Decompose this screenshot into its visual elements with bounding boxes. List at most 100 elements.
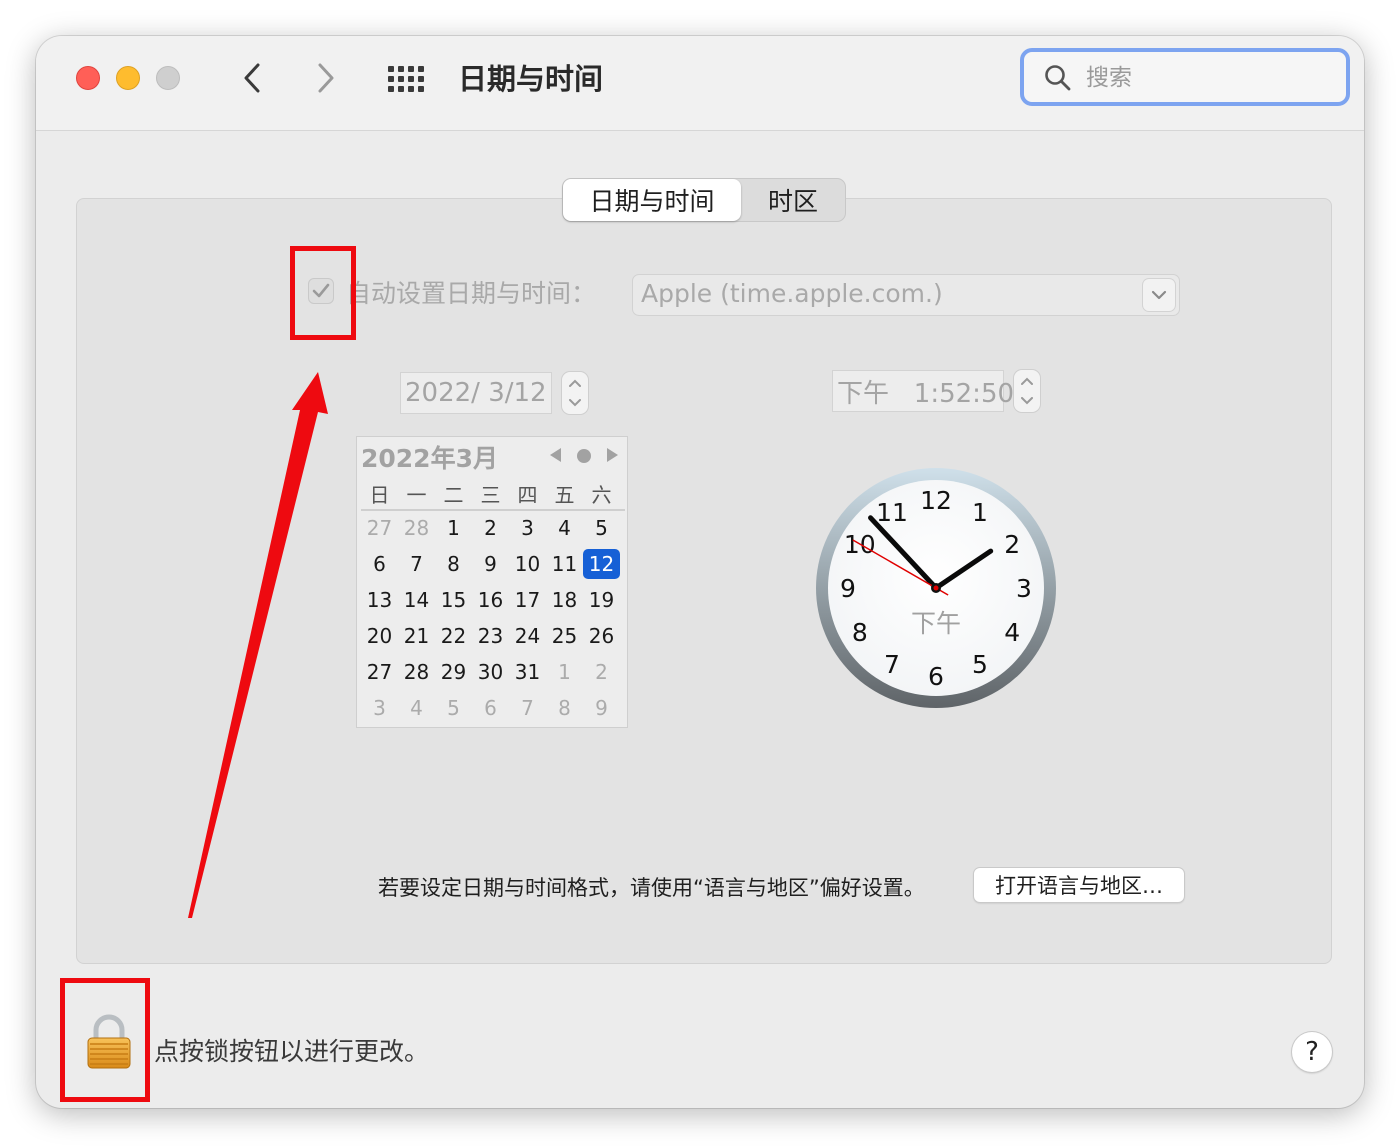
chevron-down-icon bbox=[1143, 279, 1175, 311]
tab-date-time[interactable]: 日期与时间 bbox=[563, 179, 741, 221]
clock-number: 6 bbox=[928, 662, 944, 691]
calendar-day[interactable]: 7 bbox=[509, 693, 546, 723]
chevron-left-icon bbox=[244, 63, 260, 93]
calendar-day[interactable]: 25 bbox=[546, 621, 583, 651]
calendar-day[interactable]: 5 bbox=[435, 693, 472, 723]
calendar-day[interactable]: 22 bbox=[435, 621, 472, 651]
calendar-weekday-header: 日 一 二 三 四 五 六 bbox=[361, 479, 625, 511]
tab-bar: 日期与时间 时区 bbox=[562, 178, 846, 222]
calendar-week-row: 20 21 22 23 24 25 26 bbox=[361, 621, 625, 657]
help-button[interactable]: ? bbox=[1292, 1032, 1332, 1072]
chevron-down-icon[interactable] bbox=[569, 393, 581, 413]
calendar: 2022年3月 日 一 二 三 四 五 六 27 28 1 2 3 4 5 6 7 8 9 10 11 1… bbox=[356, 436, 628, 728]
calendar-day[interactable]: 2 bbox=[472, 513, 509, 543]
calendar-day[interactable]: 3 bbox=[509, 513, 546, 543]
weekday-label: 五 bbox=[554, 483, 575, 507]
calendar-day[interactable]: 20 bbox=[361, 621, 398, 651]
calendar-day[interactable]: 11 bbox=[546, 549, 583, 579]
triangle-left-icon[interactable] bbox=[547, 445, 563, 465]
calendar-day[interactable]: 9 bbox=[583, 693, 620, 723]
calendar-day[interactable]: 13 bbox=[361, 585, 398, 615]
weekday-label: 二 bbox=[443, 483, 464, 507]
calendar-day[interactable]: 23 bbox=[472, 621, 509, 651]
chevron-up-icon[interactable] bbox=[1021, 371, 1033, 391]
weekday-label: 六 bbox=[591, 483, 612, 507]
search-field[interactable] bbox=[1020, 48, 1350, 106]
show-all-grid-button[interactable] bbox=[386, 64, 426, 94]
calendar-day[interactable]: 3 bbox=[361, 693, 398, 723]
calendar-day[interactable]: 1 bbox=[546, 657, 583, 687]
minimize-window-button[interactable] bbox=[116, 66, 140, 90]
calendar-day[interactable]: 9 bbox=[472, 549, 509, 579]
open-language-region-button[interactable]: 打开语言与地区… bbox=[974, 868, 1184, 902]
calendar-day[interactable]: 7 bbox=[398, 549, 435, 579]
clock-number: 4 bbox=[1004, 618, 1020, 647]
calendar-day[interactable]: 2 bbox=[583, 657, 620, 687]
calendar-day[interactable]: 17 bbox=[509, 585, 546, 615]
weekday-label: 三 bbox=[480, 483, 501, 507]
calendar-week-row: 27 28 29 30 31 1 2 bbox=[361, 657, 625, 693]
clock-center-dot bbox=[933, 585, 939, 591]
annotation-box-checkbox bbox=[290, 246, 356, 340]
clock-number: 11 bbox=[876, 498, 908, 527]
date-field[interactable]: 2022/ 3/12 bbox=[400, 372, 552, 414]
calendar-day[interactable]: 6 bbox=[472, 693, 509, 723]
chevron-up-icon[interactable] bbox=[569, 373, 581, 393]
time-field[interactable]: 下午 1:52:50 bbox=[832, 370, 1014, 412]
calendar-day[interactable]: 8 bbox=[435, 549, 472, 579]
today-dot-button[interactable] bbox=[577, 449, 591, 463]
calendar-day[interactable]: 10 bbox=[509, 549, 546, 579]
calendar-day[interactable]: 31 bbox=[509, 657, 546, 687]
calendar-day[interactable]: 27 bbox=[361, 513, 398, 543]
clock-number: 12 bbox=[920, 486, 952, 515]
calendar-day[interactable]: 28 bbox=[398, 513, 435, 543]
calendar-day[interactable]: 4 bbox=[398, 693, 435, 723]
calendar-day[interactable]: 19 bbox=[583, 585, 620, 615]
calendar-day[interactable]: 28 bbox=[398, 657, 435, 687]
calendar-day[interactable]: 24 bbox=[509, 621, 546, 651]
auto-set-label: 自动设置日期与时间： bbox=[346, 279, 597, 308]
titlebar: 日期与时间 bbox=[36, 36, 1364, 131]
calendar-day[interactable]: 6 bbox=[361, 549, 398, 579]
clock-number: 2 bbox=[1004, 530, 1020, 559]
calendar-grid: 27 28 1 2 3 4 5 6 7 8 9 10 11 12 13 14 15 16 17 18 19 20 21 22 2… bbox=[361, 513, 625, 729]
clock-number: 5 bbox=[972, 650, 988, 679]
calendar-day[interactable]: 15 bbox=[435, 585, 472, 615]
clock-number: 3 bbox=[1016, 574, 1032, 603]
search-input[interactable] bbox=[1084, 60, 1338, 96]
calendar-day[interactable]: 29 bbox=[435, 657, 472, 687]
lock-hint-label: 点按锁按钮以进行更改。 bbox=[154, 1037, 430, 1066]
chevron-down-icon[interactable] bbox=[1021, 391, 1033, 411]
calendar-day[interactable]: 27 bbox=[361, 657, 398, 687]
calendar-day[interactable]: 18 bbox=[546, 585, 583, 615]
calendar-day[interactable]: 12 bbox=[583, 549, 620, 579]
annotation-box-lock bbox=[60, 978, 150, 1102]
calendar-title: 2022年3月 bbox=[361, 444, 498, 473]
tab-time-zone[interactable]: 时区 bbox=[741, 179, 845, 221]
zoom-window-button[interactable] bbox=[156, 66, 180, 90]
calendar-week-row: 3456789 bbox=[361, 693, 625, 729]
calendar-day[interactable]: 1 bbox=[435, 513, 472, 543]
forward-button[interactable] bbox=[306, 58, 346, 98]
close-window-button[interactable] bbox=[76, 66, 100, 90]
back-button[interactable] bbox=[232, 58, 272, 98]
calendar-day[interactable]: 4 bbox=[546, 513, 583, 543]
time-server-select[interactable]: Apple (time.apple.com.) bbox=[632, 274, 1180, 316]
date-stepper[interactable] bbox=[562, 372, 588, 414]
calendar-day[interactable]: 8 bbox=[546, 693, 583, 723]
clock-number: 1 bbox=[972, 498, 988, 527]
calendar-week-row: 27 28 1 2 3 4 5 bbox=[361, 513, 625, 549]
calendar-day[interactable]: 14 bbox=[398, 585, 435, 615]
calendar-day[interactable]: 21 bbox=[398, 621, 435, 651]
time-stepper[interactable] bbox=[1014, 370, 1040, 412]
analog-clock: 121234567891011 下午 bbox=[816, 468, 1056, 708]
calendar-day[interactable]: 26 bbox=[583, 621, 620, 651]
clock-number: 9 bbox=[840, 574, 856, 603]
calendar-day[interactable]: 5 bbox=[583, 513, 620, 543]
calendar-day[interactable]: 16 bbox=[472, 585, 509, 615]
triangle-right-icon[interactable] bbox=[605, 445, 621, 465]
clock-number: 7 bbox=[884, 650, 900, 679]
format-hint-text: 若要设定日期与时间格式，请使用“语言与地区”偏好设置。 bbox=[378, 876, 925, 900]
calendar-week-row: 13 14 15 16 17 18 19 bbox=[361, 585, 625, 621]
calendar-day[interactable]: 30 bbox=[472, 657, 509, 687]
